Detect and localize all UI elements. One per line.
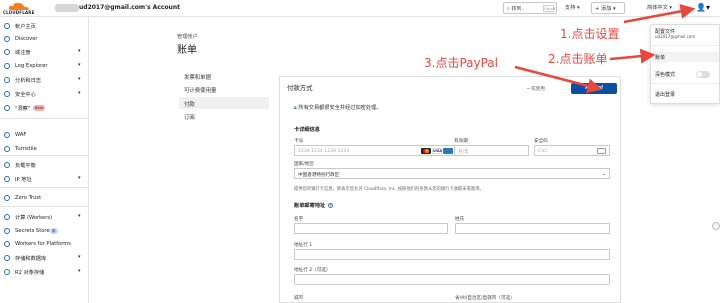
annotation-step-3: 3.点击PayPal bbox=[424, 56, 498, 70]
annotation-step-2: 2.点击账单 bbox=[548, 52, 608, 66]
help-button[interactable] bbox=[712, 222, 720, 230]
annotation-arrow-3 bbox=[514, 65, 603, 94]
annotation-arrow-2 bbox=[609, 48, 656, 64]
annotation-arrow-1 bbox=[623, 3, 696, 24]
annotation-step-1: 1.点击设置 bbox=[560, 27, 620, 41]
annotation-arrows bbox=[514, 3, 696, 94]
